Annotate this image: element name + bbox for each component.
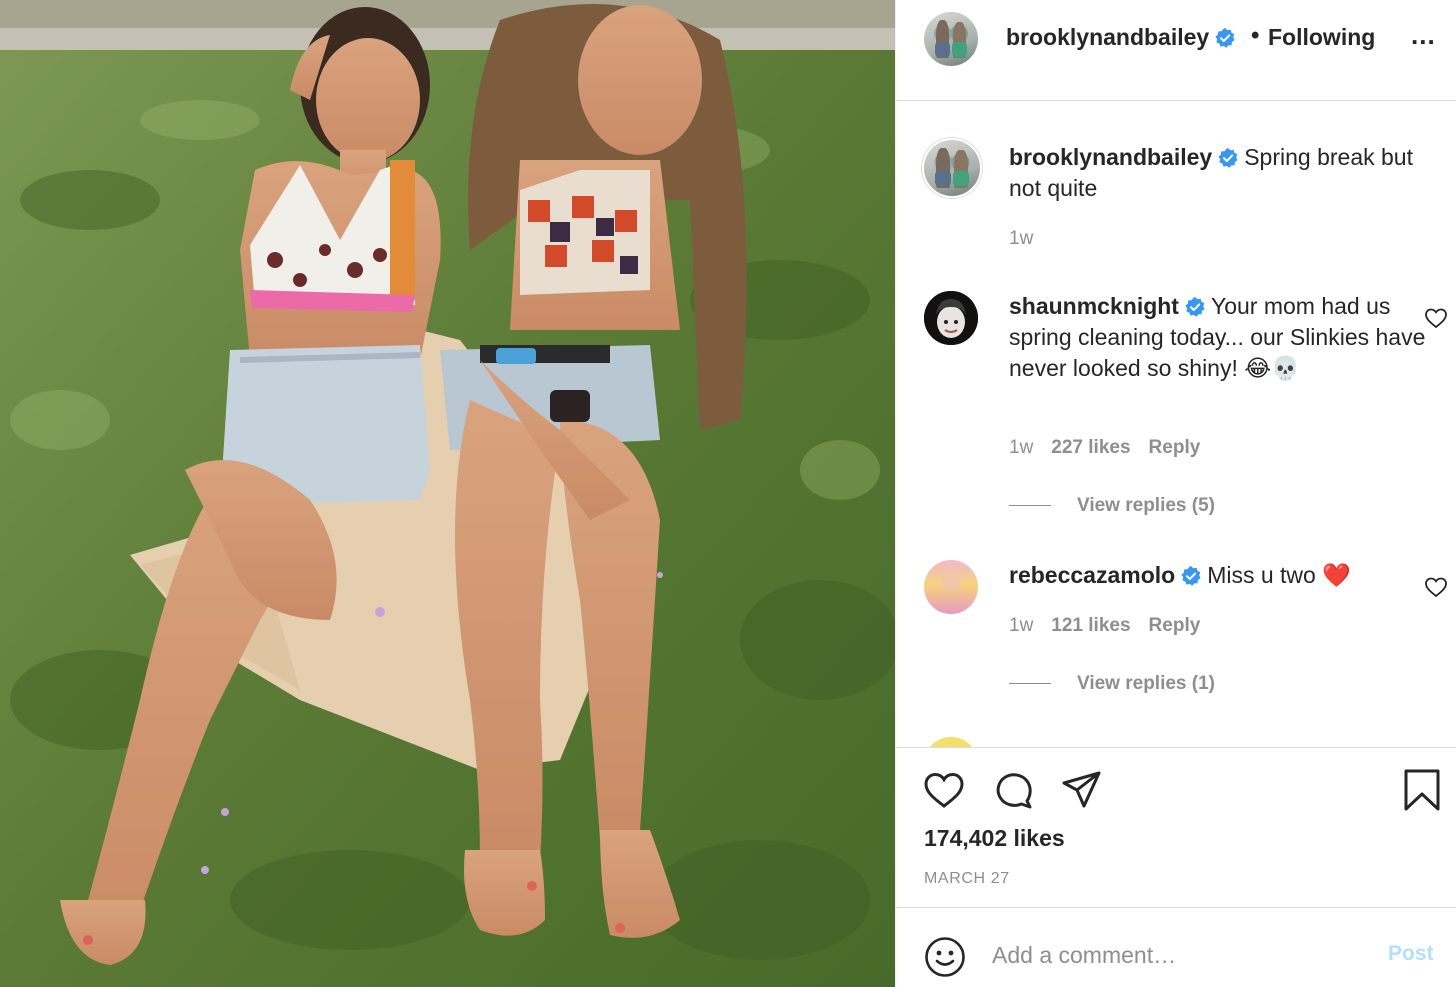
post-comment-button[interactable]: Post xyxy=(1388,942,1434,966)
caption-body: brooklynandbailey Spring break but not qu… xyxy=(1009,142,1439,204)
comment-likes[interactable]: 227 likes xyxy=(1051,437,1130,458)
comment-meta: 1w 121 likes Reply xyxy=(1009,615,1218,637)
share-send-icon[interactable] xyxy=(1059,768,1103,812)
replies-divider xyxy=(1009,505,1051,506)
comment-username[interactable]: shaunmcknight xyxy=(1009,293,1179,319)
post-header: brooklynandbailey • Following ... xyxy=(896,0,1456,101)
view-replies-button[interactable]: View replies (5) xyxy=(1009,495,1215,517)
verified-badge-icon xyxy=(1181,566,1201,586)
comment-input[interactable]: Add a comment… xyxy=(992,942,1176,969)
view-replies-button[interactable]: View replies (1) xyxy=(1009,673,1215,695)
caption-time[interactable]: 1w xyxy=(1009,228,1033,249)
like-comment-heart-icon[interactable] xyxy=(1424,306,1448,330)
view-replies-label[interactable]: View replies (5) xyxy=(1077,495,1215,516)
post-date[interactable]: MARCH 27 xyxy=(924,870,1010,888)
caption-avatar[interactable] xyxy=(922,138,982,198)
comment-bubble-icon[interactable] xyxy=(991,768,1035,812)
header-username[interactable]: brooklynandbailey xyxy=(1006,24,1235,51)
comments-list[interactable]: brooklynandbailey Spring break but not qu… xyxy=(896,101,1456,747)
replies-divider xyxy=(1009,683,1051,684)
comment-avatar[interactable] xyxy=(924,291,978,345)
caption-username[interactable]: brooklynandbailey xyxy=(1009,144,1212,170)
save-bookmark-icon[interactable] xyxy=(1400,768,1444,812)
following-button[interactable]: Following xyxy=(1268,24,1375,51)
add-comment-bar: Add a comment… Post xyxy=(896,908,1456,987)
reply-button[interactable]: Reply xyxy=(1149,437,1201,458)
comment-username[interactable]: rebeccazamolo xyxy=(1009,562,1175,588)
profile-avatar[interactable] xyxy=(924,12,978,66)
comment-likes[interactable]: 121 likes xyxy=(1051,615,1130,636)
emoji-smiley-icon[interactable] xyxy=(924,936,966,978)
header-username-text[interactable]: brooklynandbailey xyxy=(1006,24,1209,50)
verified-badge-icon xyxy=(1215,28,1235,48)
comment-body: rebeccazamolo Miss u two ❤️ xyxy=(1009,560,1439,591)
like-comment-heart-icon[interactable] xyxy=(1424,575,1448,599)
post-sidebar: brooklynandbailey • Following ... brookl… xyxy=(895,0,1456,987)
comment-body: shaunmcknight Your mom had us spring clea… xyxy=(1009,291,1439,384)
verified-badge-icon xyxy=(1185,297,1205,317)
comment-time[interactable]: 1w xyxy=(1009,615,1033,636)
caption-meta: 1w xyxy=(1009,228,1051,250)
post-likes-count[interactable]: 174,402 likes xyxy=(924,825,1065,852)
comment-meta: 1w 227 likes Reply xyxy=(1009,437,1218,459)
more-options-icon[interactable]: ... xyxy=(1411,20,1436,51)
memoji-icon xyxy=(924,291,978,345)
comment-avatar[interactable] xyxy=(924,737,978,747)
view-replies-label[interactable]: View replies (1) xyxy=(1077,673,1215,694)
post-actions: 174,402 likes MARCH 27 xyxy=(896,747,1456,908)
verified-badge-icon xyxy=(1218,148,1238,168)
comment-time[interactable]: 1w xyxy=(1009,437,1033,458)
comment-avatar[interactable] xyxy=(924,560,978,614)
post-photo[interactable] xyxy=(0,0,895,987)
header-separator: • xyxy=(1251,22,1260,49)
comment-text: Miss u two ❤️ xyxy=(1207,562,1351,588)
like-heart-icon[interactable] xyxy=(922,768,966,812)
photo-illustration xyxy=(0,0,895,987)
reply-button[interactable]: Reply xyxy=(1149,615,1201,636)
